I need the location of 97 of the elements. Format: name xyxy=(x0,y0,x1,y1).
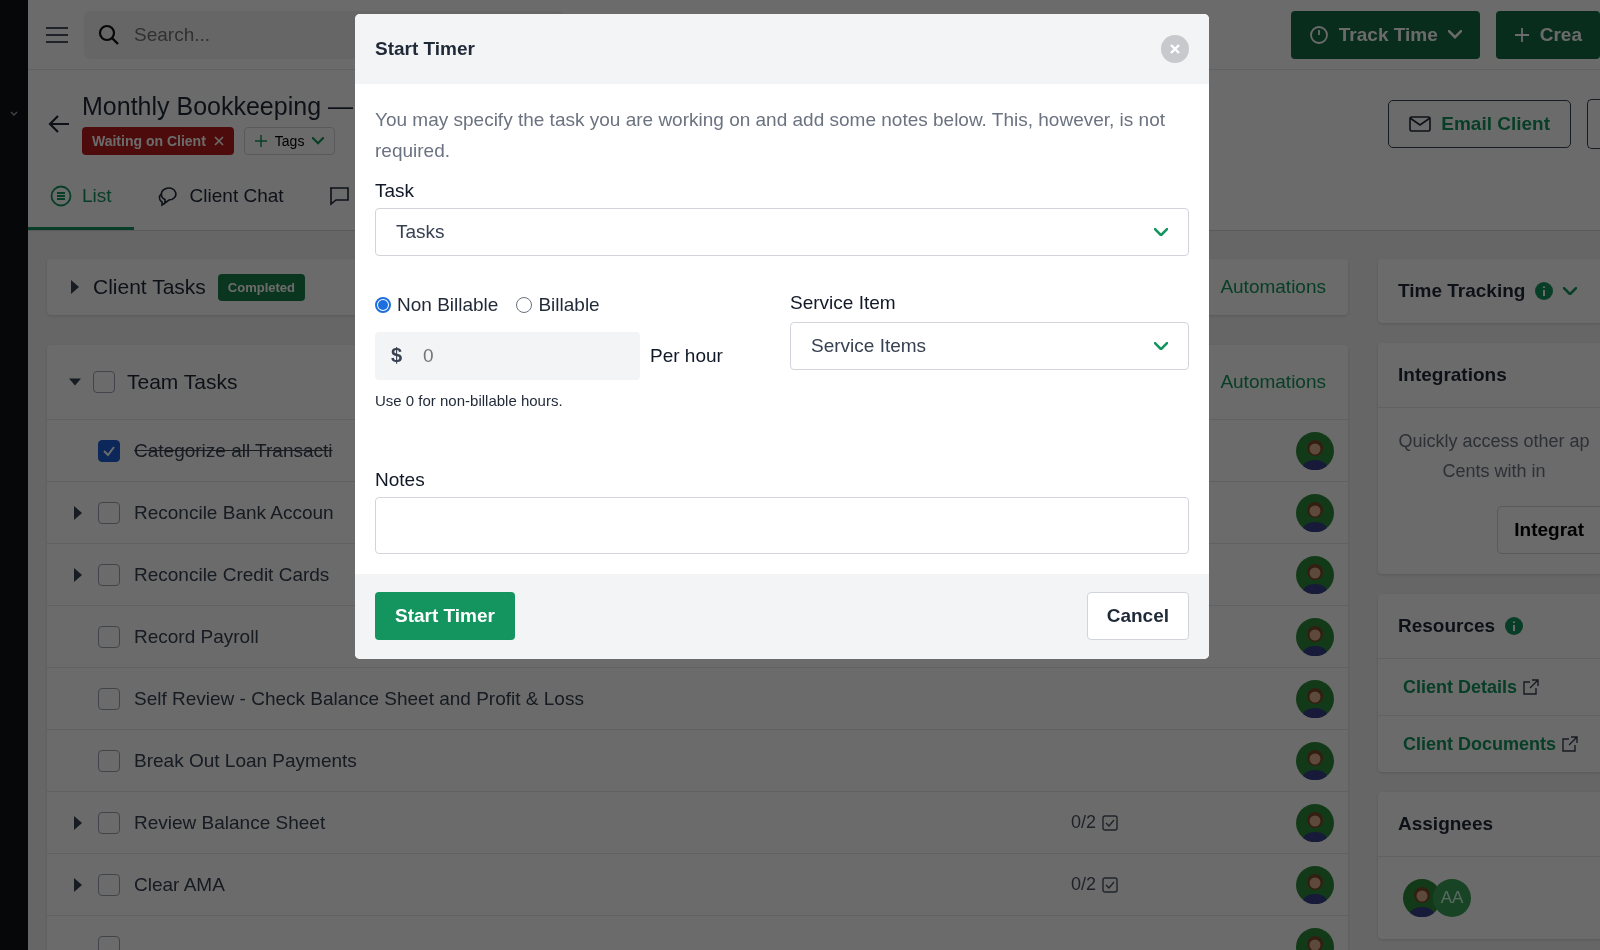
field-label: Notes xyxy=(375,469,426,491)
checkbox-icon xyxy=(1102,814,1118,831)
checkbox[interactable] xyxy=(98,563,120,586)
plus-icon xyxy=(254,135,267,147)
subtask-count: 0/2 xyxy=(1070,874,1096,895)
tags-button[interactable]: Tags xyxy=(243,127,336,155)
chevron-down-icon xyxy=(1154,227,1168,237)
task-title[interactable]: Categorize all Transacti xyxy=(134,439,333,462)
task-title[interactable]: Break Out Loan Payments xyxy=(134,749,357,772)
search-icon xyxy=(98,23,120,46)
action-button[interactable] xyxy=(1587,98,1600,149)
caret-right-icon[interactable] xyxy=(72,505,84,520)
unit-label: Per hour xyxy=(650,345,723,367)
start-timer-button[interactable]: Start Timer xyxy=(375,592,515,640)
section-title: Team Tasks xyxy=(127,370,238,394)
integrations-button[interactable]: Integrat xyxy=(1497,506,1600,554)
card-title: Assignees xyxy=(1398,813,1494,835)
checkbox[interactable] xyxy=(98,439,120,462)
track-time-button[interactable]: Track Time xyxy=(1290,10,1480,59)
chevron-icon[interactable] xyxy=(10,110,18,118)
checkbox[interactable] xyxy=(98,811,120,834)
checkbox[interactable] xyxy=(93,371,115,393)
checkbox[interactable] xyxy=(98,873,120,896)
cancel-button[interactable]: Cancel xyxy=(1086,592,1189,640)
external-link-icon xyxy=(1523,679,1540,695)
card-title: Time Tracking xyxy=(1398,280,1526,302)
caret-right-icon[interactable] xyxy=(72,567,84,582)
task-title[interactable]: Clear AMA xyxy=(134,873,225,896)
create-button[interactable]: Crea xyxy=(1495,10,1600,59)
tab[interactable]: List xyxy=(28,167,134,230)
task-title[interactable]: Record Payroll xyxy=(134,625,259,648)
billing-radio[interactable]: Non Billable xyxy=(375,294,499,316)
info-icon xyxy=(1535,282,1554,300)
chevron-down-icon xyxy=(312,137,325,145)
field-label: Service Item xyxy=(790,292,897,314)
list-icon xyxy=(50,185,72,207)
info-icon xyxy=(1505,617,1524,635)
check-icon xyxy=(102,444,116,457)
caret-right-icon[interactable] xyxy=(72,877,84,892)
close-icon xyxy=(1169,43,1181,55)
status-tag[interactable]: Waiting on Client xyxy=(82,127,234,155)
avatar xyxy=(1296,679,1334,718)
resource-link[interactable]: Client Documents xyxy=(1403,733,1557,755)
section-title: Client Tasks xyxy=(93,275,206,299)
checkbox[interactable] xyxy=(98,501,120,524)
hint-text: Use 0 for non-billable hours. xyxy=(375,392,564,409)
comment-icon xyxy=(327,186,350,206)
chevron-down-icon xyxy=(1154,341,1168,351)
avatar xyxy=(1296,865,1334,904)
back-arrow-icon[interactable] xyxy=(48,113,70,134)
avatar xyxy=(1296,803,1334,842)
avatar xyxy=(1296,431,1334,470)
automations-link[interactable]: Automations xyxy=(1220,276,1326,298)
task-title[interactable]: Reconcile Bank Accoun xyxy=(134,501,334,524)
caret-right-icon[interactable] xyxy=(72,815,84,830)
resource-link[interactable]: Client Details xyxy=(1403,676,1518,698)
card-title: Integrations xyxy=(1398,364,1507,386)
currency-symbol: $ xyxy=(391,344,403,367)
page-title: Monthly Bookkeeping — xyxy=(82,92,353,121)
tab[interactable]: Client Chat xyxy=(133,167,306,230)
menu-icon[interactable] xyxy=(46,26,68,43)
avatar xyxy=(1296,555,1334,594)
initials-avatar: AA xyxy=(1433,879,1471,917)
avatar xyxy=(1296,741,1334,780)
checkbox[interactable] xyxy=(98,749,120,772)
task-title[interactable]: Self Review - Check Balance Sheet and Profit & Loss xyxy=(134,687,584,710)
card-title: Resources xyxy=(1398,615,1496,637)
field-label: Task xyxy=(375,180,416,202)
description-text: Quickly access other ap xyxy=(1398,430,1590,453)
chevron-down-icon xyxy=(1447,30,1462,39)
description-text: You may specify the task you are working on and add some notes below. This, however, is not required. xyxy=(375,108,1166,163)
task-title[interactable]: Reconcile Credit Cards xyxy=(134,563,330,586)
checkbox-icon xyxy=(1102,876,1118,893)
description-text: Cents with in xyxy=(1442,460,1546,483)
avatar xyxy=(1296,617,1334,656)
checkbox[interactable] xyxy=(98,625,120,648)
mail-icon xyxy=(1409,115,1432,132)
email-client-button[interactable]: Email Client xyxy=(1388,99,1571,148)
external-link-icon xyxy=(1562,736,1579,752)
plus-icon xyxy=(1513,26,1530,43)
service-item-dropdown[interactable]: Service Items xyxy=(790,322,1189,370)
close-button[interactable] xyxy=(1161,35,1189,63)
status-badge: Completed xyxy=(217,273,305,301)
stopwatch-icon xyxy=(1308,24,1329,45)
caret-right-icon[interactable] xyxy=(69,280,81,294)
caret-down-icon[interactable] xyxy=(69,377,81,387)
dialog-title: Start Timer xyxy=(375,38,475,60)
notes-field[interactable] xyxy=(375,497,1189,554)
billing-radio[interactable]: Billable xyxy=(516,294,600,316)
checkbox[interactable] xyxy=(98,687,120,710)
close-icon[interactable] xyxy=(213,136,224,146)
subtask-count: 0/2 xyxy=(1070,812,1096,833)
chevron-down-icon xyxy=(1563,286,1578,296)
task-dropdown[interactable]: Tasks xyxy=(375,208,1189,256)
task-title[interactable]: Review Balance Sheet xyxy=(134,811,326,834)
automations-link[interactable]: Automations xyxy=(1220,371,1326,393)
avatar xyxy=(1296,493,1334,532)
